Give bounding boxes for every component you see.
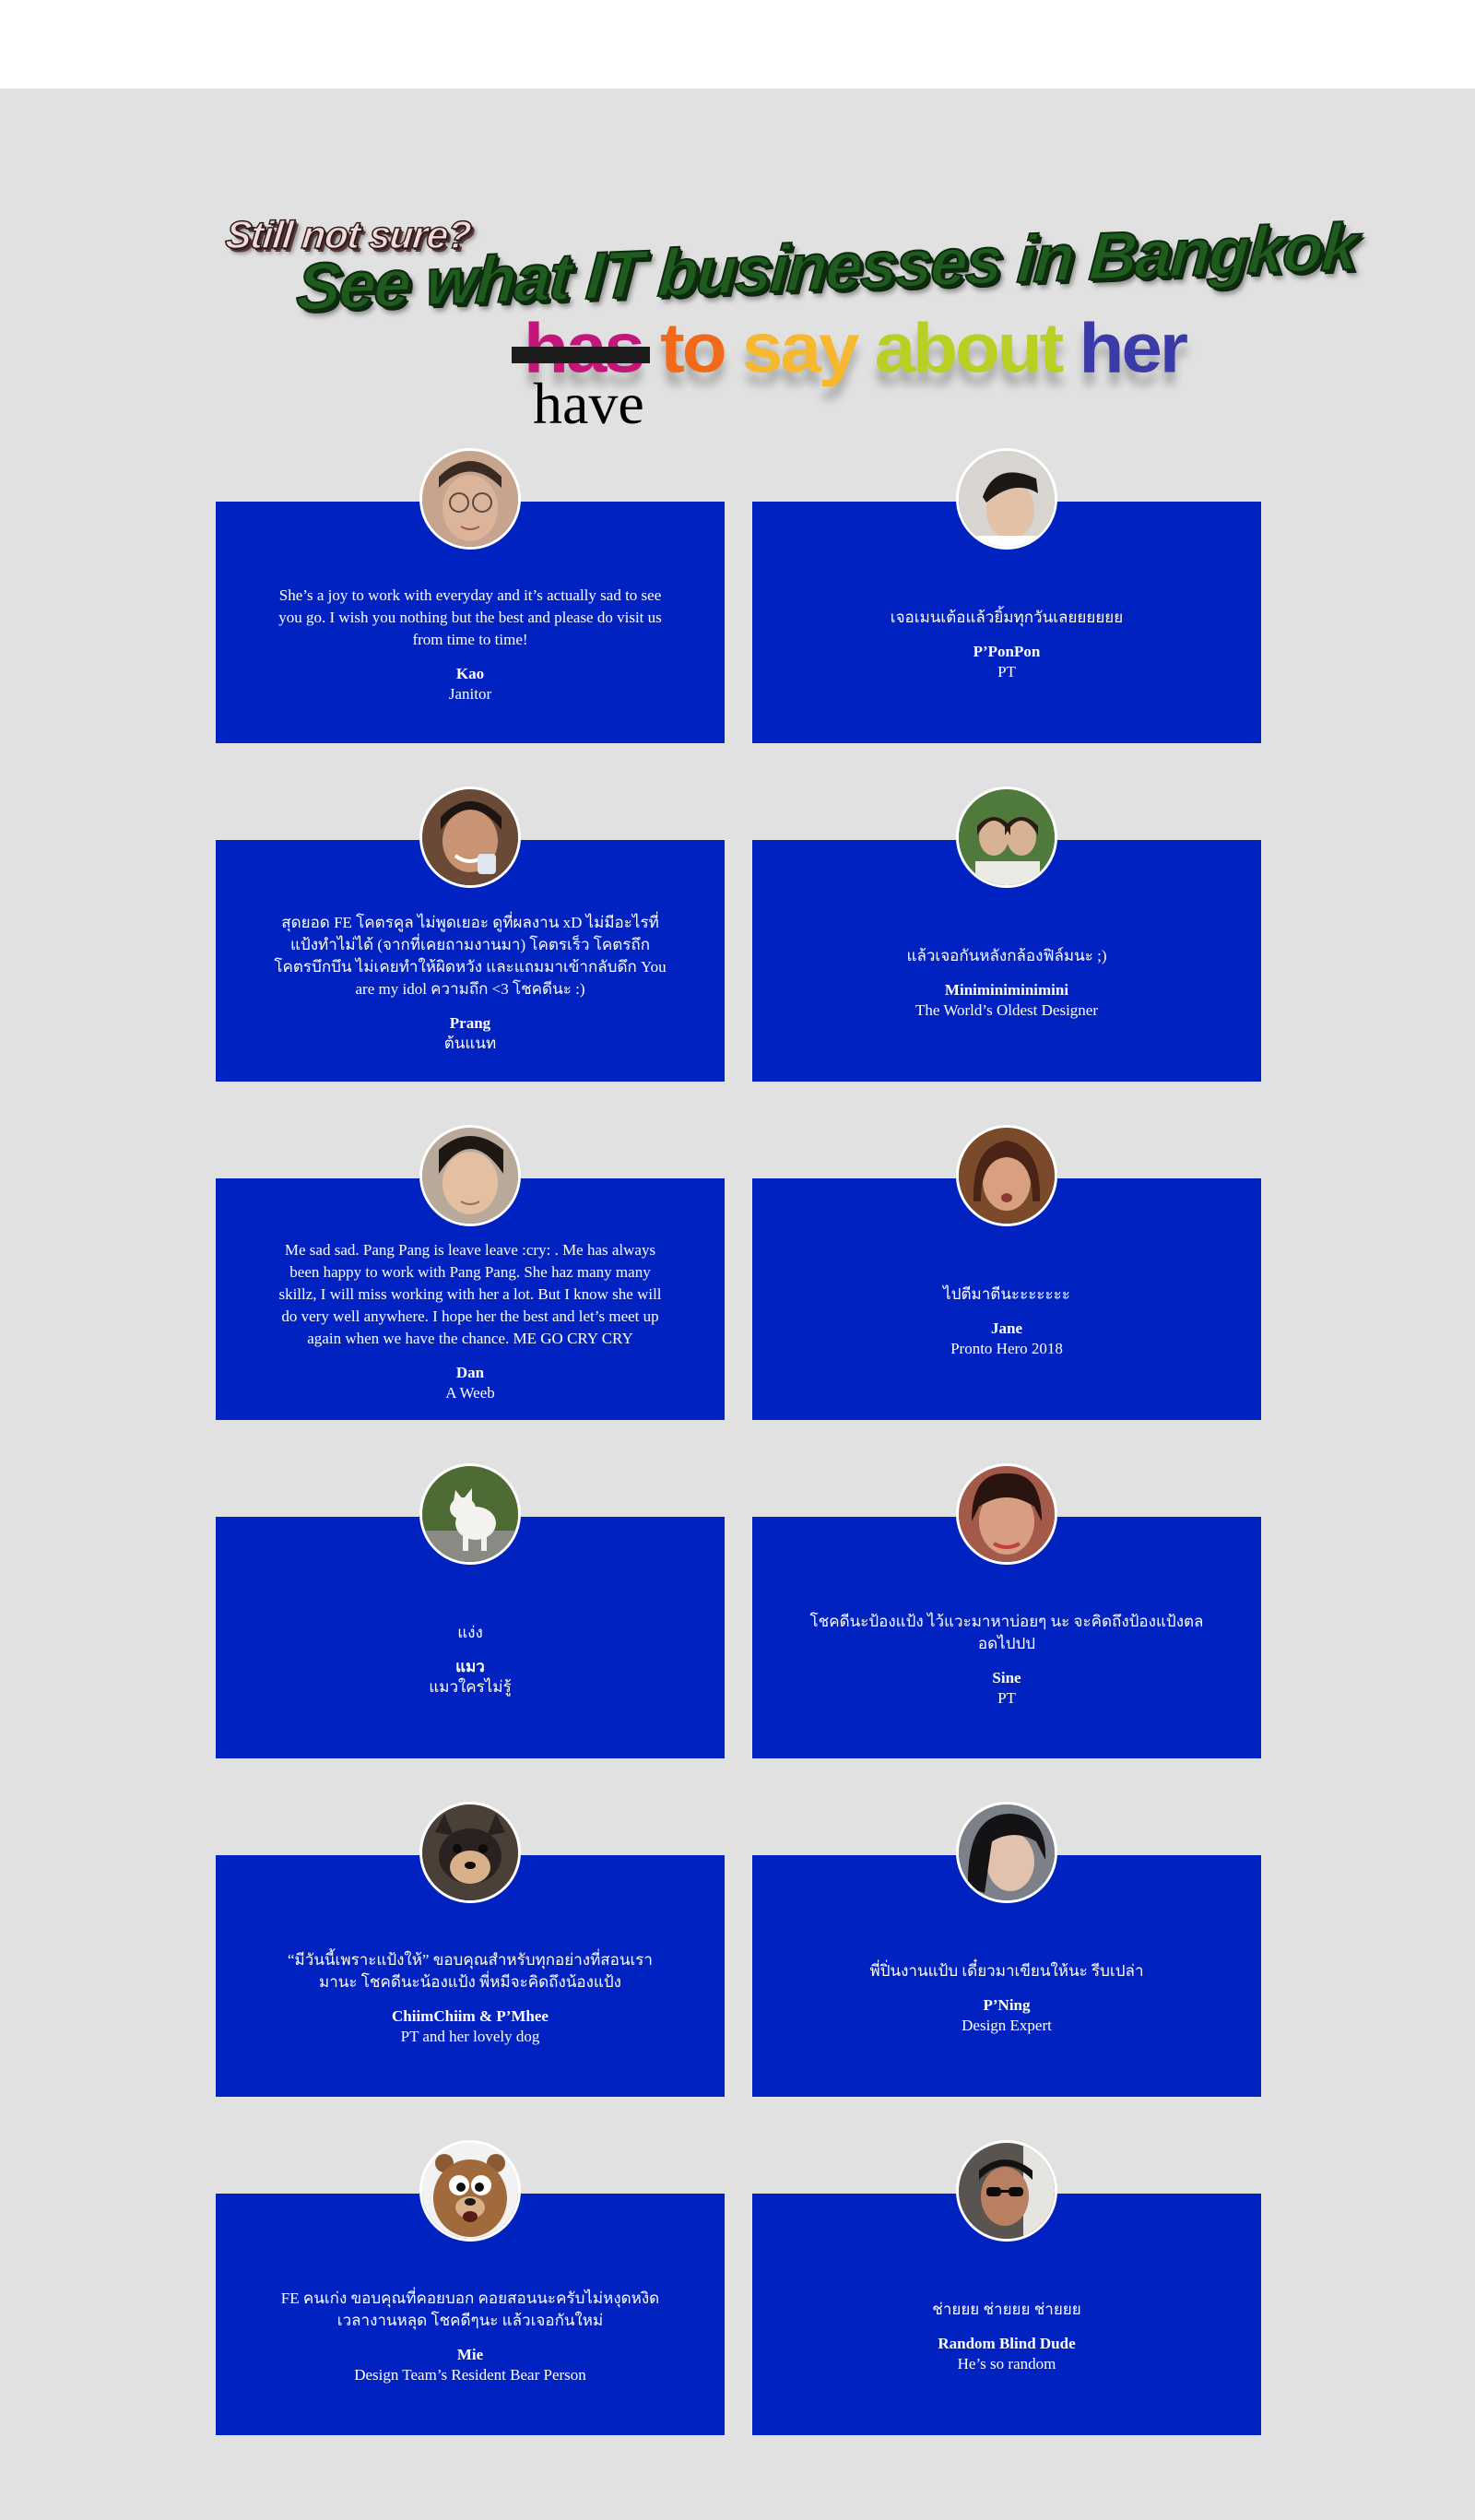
avatar-person-photo-sunglasses-icon — [956, 2140, 1057, 2242]
testimonial-quote: สุดยอด FE โคตรคูล ไม่พูดเยอะ ดูที่ผลงาน … — [274, 914, 667, 998]
testimonial-quote: โชคดีนะป้องแป้ง ไว้แวะมาหาบ่อยๆ นะ จะคิด… — [809, 1613, 1204, 1652]
testimonial-card: ช่ายยย ช่ายยย ช่ายยย Random Blind Dude H… — [752, 2140, 1261, 2435]
top-bar — [0, 0, 1475, 89]
testimonial-card: “มีวันนี้เพราะแป้งให้” ขอบคุณสำหรับทุกอย… — [216, 1802, 725, 2097]
testimonial-name: Dan — [455, 1364, 485, 1381]
testimonial-name: แมว — [455, 1658, 485, 1675]
avatar-cat-photo-icon — [419, 1463, 521, 1565]
testimonial-quote: FE คนเก่ง ขอบคุณที่คอยบอก คอยสอนนะครับไม… — [280, 2289, 660, 2329]
testimonial-card: แล้วเจอกันหลังกล้องฟิล์มนะ ;) Miniminimi… — [752, 787, 1261, 1082]
testimonial-role: ต้นแนท — [443, 1035, 497, 1052]
avatar-person-photo-glasses-icon — [419, 448, 521, 550]
testimonials-section: Still not sure? See what IT businesses i… — [0, 89, 1475, 2520]
testimonial-role: Janitor — [448, 685, 492, 703]
testimonial-quote: แล้วเจอกันหลังกล้องฟิล์มนะ ;) — [906, 947, 1107, 964]
avatar-person-photo-icon — [956, 1463, 1057, 1565]
testimonial-card: สุดยอด FE โคตรคูล ไม่พูดเยอะ ดูที่ผลงาน … — [216, 787, 725, 1082]
word-to: to — [660, 309, 726, 387]
testimonial-name: Kao — [455, 665, 485, 682]
word-about: about — [874, 309, 1065, 387]
testimonial-card: พี่ปิ่นงานแป้บ เดี๋ยวมาเขียนให้นะ รีบเปล… — [752, 1802, 1261, 2097]
heading-artwork: Still not sure? See what IT businesses i… — [0, 89, 1475, 457]
avatar-person-photo-icon — [956, 1802, 1057, 1903]
avatar-person-photo-icon — [956, 448, 1057, 550]
word-have: have — [533, 371, 644, 436]
testimonial-quote: She’s a joy to work with everyday and it… — [278, 586, 662, 648]
testimonial-card: She’s a joy to work with everyday and it… — [216, 448, 725, 743]
testimonial-name: Mie — [456, 2346, 484, 2363]
avatar-dog-photo-icon — [419, 1802, 521, 1903]
testimonial-role: He’s so random — [957, 2355, 1056, 2372]
testimonial-quote: Me sad sad. Pang Pang is leave leave :cr… — [278, 1241, 662, 1347]
testimonial-quote: “มีวันนี้เพราะแป้งให้” ขอบคุณสำหรับทุกอย… — [288, 1951, 653, 1991]
avatar-person-photo-icon — [419, 1125, 521, 1226]
testimonial-role: Pronto Hero 2018 — [950, 1340, 1063, 1357]
testimonial-role: The World’s Oldest Designer — [914, 1001, 1099, 1019]
testimonial-name: Prang — [449, 1014, 491, 1032]
testimonial-quote: พี่ปิ่นงานแป้บ เดี๋ยวมาเขียนให้นะ รีบเปล… — [869, 1962, 1144, 1980]
testimonial-quote: เจอเมนเต้อแล้วยิ้มทุกวันเลยยยยยย — [890, 609, 1124, 626]
testimonial-quote: แง่ง — [457, 1624, 483, 1641]
testimonial-role: PT — [997, 663, 1016, 680]
strikethrough-bar — [512, 347, 650, 363]
testimonial-role: A Weeb — [445, 1384, 495, 1402]
word-say: say — [741, 309, 859, 387]
word-her: her — [1079, 309, 1188, 387]
testimonial-card: Me sad sad. Pang Pang is leave leave :cr… — [216, 1125, 725, 1420]
testimonial-name: Random Blind Dude — [938, 2335, 1076, 2352]
testimonial-role: แมวใครไม่รู้ — [429, 1678, 512, 1696]
testimonial-name: Miniminiminimini — [944, 981, 1069, 999]
testimonial-role: Design Expert — [962, 2017, 1052, 2034]
testimonial-role: PT — [997, 1689, 1016, 1707]
testimonial-card: FE คนเก่ง ขอบคุณที่คอยบอก คอยสอนนะครับไม… — [216, 2140, 725, 2435]
testimonial-card: ไปตีมาตีนะะะะะะะ Jane Pronto Hero 2018 — [752, 1125, 1261, 1420]
testimonial-name: Sine — [992, 1669, 1021, 1686]
avatar-two-people-photo-icon — [956, 787, 1057, 888]
testimonial-name: Jane — [991, 1319, 1022, 1337]
testimonial-role: Design Team’s Resident Bear Person — [354, 2366, 586, 2384]
testimonial-quote: ช่ายยย ช่ายยย ช่ายยย — [932, 2301, 1081, 2318]
testimonial-card: แง่ง แมว แมวใครไม่รู้ — [216, 1463, 725, 1758]
avatar-person-photo-icon — [956, 1125, 1057, 1226]
testimonial-quote: ไปตีมาตีนะะะะะะะ — [943, 1285, 1070, 1303]
avatar-person-photo-smiling-icon — [419, 787, 521, 888]
testimonial-name: P’Ning — [983, 1996, 1031, 2014]
testimonial-role: PT and her lovely dog — [400, 2028, 540, 2045]
testimonial-card: โชคดีนะป้องแป้ง ไว้แวะมาหาบ่อยๆ นะ จะคิด… — [752, 1463, 1261, 1758]
testimonial-name: ChiimChiim & P’Mhee — [392, 2007, 549, 2025]
avatar-cartoon-bear-icon — [419, 2140, 521, 2242]
testimonial-card: เจอเมนเต้อแล้วยิ้มทุกวันเลยยยยยย P’PonPo… — [752, 448, 1261, 743]
testimonial-name: P’PonPon — [973, 643, 1041, 660]
